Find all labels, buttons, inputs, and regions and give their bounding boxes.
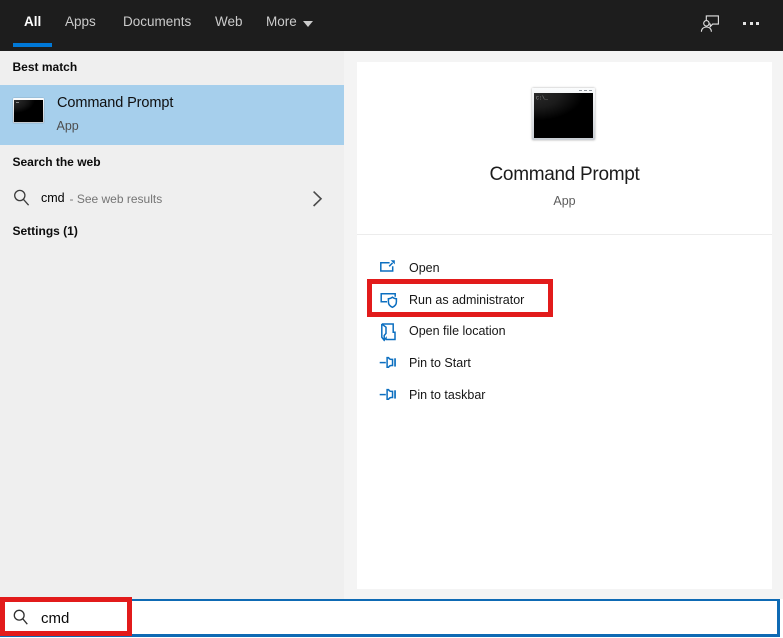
svg-text:C:\_: C:\_ bbox=[536, 96, 549, 102]
